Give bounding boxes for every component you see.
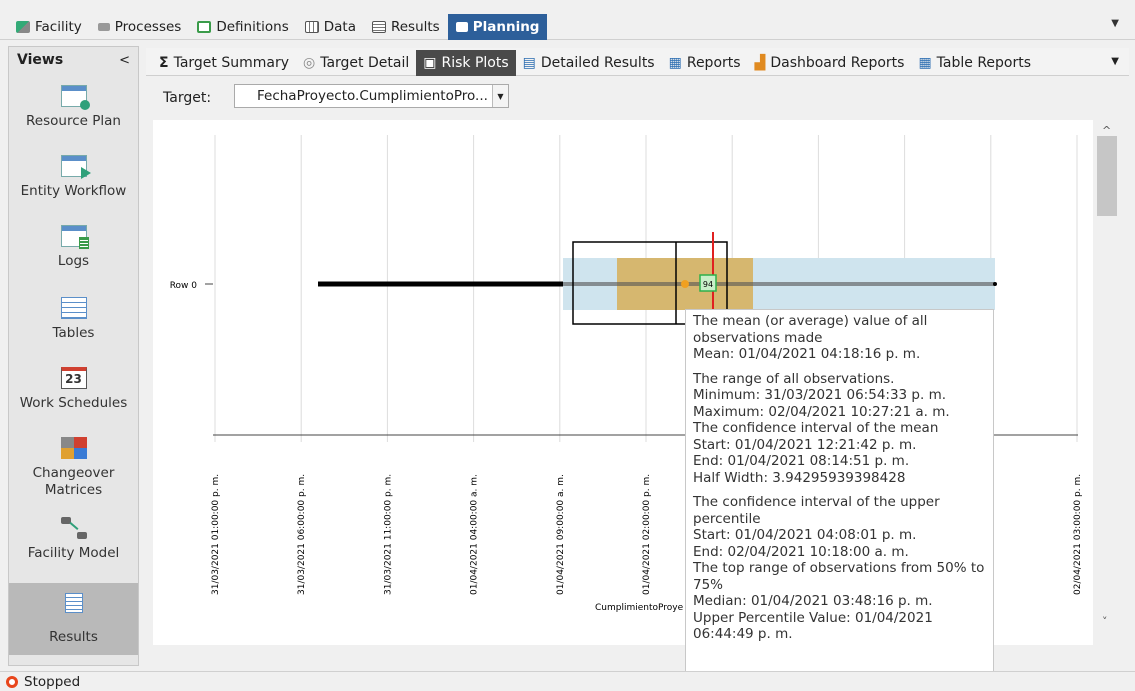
scrollbar-thumb[interactable] — [1097, 136, 1117, 216]
tab-results[interactable]: Results — [364, 14, 448, 40]
chevron-down-icon[interactable]: ▼ — [492, 85, 508, 107]
tooltip-ci-mean-start: Start: 01/04/2021 12:21:42 p. m. — [693, 436, 917, 453]
tab-planning[interactable]: Planning — [447, 14, 548, 40]
view-facility-model[interactable]: Facility Model — [9, 517, 138, 577]
tables-icon — [60, 297, 87, 319]
stopped-icon — [6, 675, 18, 688]
x-tick-label: 01/04/2021 02:00:00 p. m. — [642, 474, 652, 595]
tooltip-ci-upper-desc: The confidence interval of the upper per… — [693, 494, 940, 527]
data-icon — [304, 21, 319, 33]
tooltip-ci-mean-desc: The confidence interval of the mean — [693, 420, 939, 436]
tooltip-ci-upper-end: End: 02/04/2021 10:18:00 a. m. — [693, 543, 909, 560]
results-subtabs: Σ Target Summary ◎ Target Detail ▣ Risk Plo… — [152, 50, 1038, 76]
target-label: Target: — [163, 90, 212, 106]
tooltip-top-range-desc: The top range of observations from 50% t… — [693, 560, 985, 593]
tooltip-upper-pct: Upper Percentile Value: 01/04/2021 06:44… — [693, 609, 933, 643]
target-select[interactable]: FechaProyecto.CumplimientoPro... ▼ — [234, 84, 509, 108]
planning-icon — [455, 22, 468, 32]
views-header: Views < — [9, 47, 138, 73]
x-tick-label: 31/03/2021 06:00:00 p. m. — [297, 474, 307, 595]
tooltip-ci-mean-end: End: 01/04/2021 08:14:51 p. m. — [693, 453, 910, 469]
x-tick-label: 02/04/2021 03:00:00 p. m. — [1073, 474, 1083, 595]
tab-detailed-results[interactable]: ▤ Detailed Results — [516, 50, 662, 76]
tab-data[interactable]: Data — [297, 14, 364, 40]
logs-icon — [60, 225, 89, 249]
tab-dashboard-reports[interactable]: ▟ Dashboard Reports — [748, 50, 912, 76]
view-results[interactable]: Results — [9, 583, 138, 655]
dashboard-icon: ▟ — [754, 55, 766, 71]
facility-model-icon — [60, 517, 87, 539]
definitions-icon — [197, 21, 212, 33]
sigma-icon: Σ — [159, 55, 169, 71]
tooltip-min: Minimum: 31/03/2021 06:54:33 p. m. — [693, 387, 947, 403]
ribbon-dropdown-icon[interactable]: ▼ — [1111, 18, 1119, 29]
main-tabs: Facility Processes Definitions Data Resu… — [8, 14, 548, 40]
tab-facility[interactable]: Facility — [8, 14, 90, 40]
status-text: Stopped — [24, 673, 81, 690]
resource-plan-icon — [60, 85, 90, 110]
reports-icon: ▦ — [668, 55, 682, 71]
tooltip-ci-mean-half: Half Width: 3.94295939398428 — [693, 469, 906, 486]
tooltip-mean: Mean: 01/04/2021 04:18:16 p. m. — [693, 346, 921, 362]
risk-plot-icon: ▣ — [423, 55, 437, 71]
tab-table-reports[interactable]: ▦ Table Reports — [911, 50, 1038, 76]
entity-workflow-icon — [60, 155, 91, 179]
tooltip-mean-desc: The mean (or average) value of all obser… — [693, 313, 928, 346]
view-logs[interactable]: Logs — [9, 225, 138, 285]
views-pane: Views < Resource Plan Entity Workflow Lo… — [8, 46, 139, 666]
x-axis-title: CumplimientoProye — [595, 603, 684, 613]
tab-processes[interactable]: Processes — [90, 14, 190, 40]
x-tick-label: 31/03/2021 01:00:00 p. m. — [211, 474, 221, 595]
subtabs-dropdown-icon[interactable]: ▼ — [1111, 56, 1119, 67]
marker-label: 94 — [703, 280, 713, 289]
calendar-icon: 23 — [60, 367, 87, 389]
tab-target-summary[interactable]: Σ Target Summary — [152, 50, 296, 76]
facility-icon — [16, 21, 30, 33]
tab-definitions[interactable]: Definitions — [189, 14, 296, 40]
status-bar: Stopped — [0, 671, 1135, 691]
x-tick-label: 31/03/2021 11:00:00 p. m. — [383, 474, 393, 595]
view-changeover-matrices[interactable]: Changeover Matrices — [9, 437, 138, 507]
views-title: Views — [17, 52, 64, 68]
view-entity-workflow[interactable]: Entity Workflow — [9, 155, 138, 215]
target-select-value: FechaProyecto.CumplimientoPro... — [257, 88, 488, 104]
processes-icon — [97, 23, 110, 31]
view-resource-plan[interactable]: Resource Plan — [9, 85, 138, 145]
view-work-schedules[interactable]: 23 Work Schedules — [9, 367, 138, 427]
detailed-results-icon: ▤ — [522, 55, 536, 71]
table-reports-icon: ▦ — [918, 55, 932, 71]
tooltip-range-desc: The range of all observations. — [693, 370, 895, 387]
tooltip-max: Maximum: 02/04/2021 10:27:21 a. m. — [693, 403, 950, 420]
row-0-label: Row 0 — [170, 281, 198, 291]
tooltip-median: Median: 01/04/2021 03:48:16 p. m. — [693, 593, 933, 609]
changeover-icon — [60, 437, 87, 459]
risk-plot-tooltip: The mean (or average) value of all obser… — [685, 309, 994, 691]
x-tick-label: 01/04/2021 04:00:00 a. m. — [470, 474, 480, 595]
max-point — [993, 282, 997, 286]
results-doc-icon — [64, 593, 83, 613]
collapse-views-button[interactable]: < — [119, 53, 130, 68]
results-icon — [371, 21, 386, 33]
tooltip-ci-upper-start: Start: 01/04/2021 04:08:01 p. m. — [693, 527, 917, 543]
x-tick-label: 01/04/2021 09:00:00 a. m. — [556, 474, 566, 595]
mean-marker — [681, 280, 689, 288]
scroll-down-icon[interactable]: ˅ — [1102, 615, 1108, 628]
tab-reports[interactable]: ▦ Reports — [662, 50, 748, 76]
target-icon: ◎ — [303, 55, 316, 71]
tab-target-detail[interactable]: ◎ Target Detail — [296, 50, 416, 76]
tab-risk-plots[interactable]: ▣ Risk Plots — [416, 50, 516, 76]
view-tables[interactable]: Tables — [9, 297, 138, 357]
